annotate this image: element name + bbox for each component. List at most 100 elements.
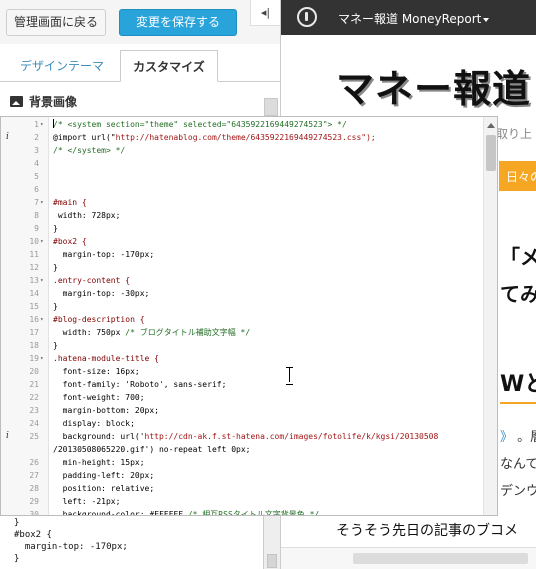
code-line[interactable]: 29 left: -21px;	[1, 495, 483, 508]
line-number: 20	[29, 367, 39, 376]
preview-scroll-thumb[interactable]	[353, 553, 528, 564]
code-text: margin-bottom: 20px;	[53, 406, 159, 415]
textarea-scrollbar[interactable]	[264, 516, 280, 569]
collapse-panel-button[interactable]: ◂|	[250, 0, 280, 26]
code-text: }	[53, 224, 58, 233]
code-text: }	[53, 263, 58, 272]
code-text: padding-left: 20px;	[53, 471, 155, 480]
line-number: 30	[29, 510, 39, 516]
article-title-line-1[interactable]: 「メ	[500, 243, 536, 271]
code-line[interactable]: 16 ▾ #blog-description {	[1, 313, 483, 326]
hatena-blog-logo-icon[interactable]	[297, 7, 317, 27]
line-number: 14	[29, 289, 39, 298]
code-line[interactable]: /20130508065220.gif') no-repeat left 0px…	[1, 443, 483, 456]
line-number: 9	[34, 224, 39, 233]
section-scrollbar[interactable]	[264, 98, 278, 116]
code-line[interactable]: 26 min-height: 15px;	[1, 456, 483, 469]
code-line[interactable]: 8 width: 728px;	[1, 209, 483, 222]
save-changes-button[interactable]: 変更を保存する	[119, 9, 237, 36]
code-line[interactable]: 28 position: relative;	[1, 482, 483, 495]
code-line[interactable]: 2 i @import url("http://hatenablog.com/the…	[1, 131, 483, 144]
code-line[interactable]: 15}	[1, 300, 483, 313]
fold-arrow-icon[interactable]: ▾	[40, 352, 44, 365]
fold-arrow-icon[interactable]: ▾	[40, 196, 44, 209]
css-textarea-preview[interactable]: } #box2 { margin-top: -170px;}	[0, 516, 264, 569]
tab-design-theme[interactable]: デザインテーマ	[12, 50, 112, 82]
code-line[interactable]: 22 font-weight: 700;	[1, 391, 483, 404]
code-text: font-family: 'Roboto', sans-serif;	[53, 380, 227, 389]
code-line[interactable]: 4	[1, 157, 483, 170]
info-icon[interactable]: i	[6, 430, 9, 443]
hatena-header-bar: マネー報道 MoneyReport	[281, 0, 536, 35]
code-line[interactable]: 21 font-family: 'Roboto', sans-serif;	[1, 378, 483, 391]
code-line[interactable]: 20 font-size: 16px;	[1, 365, 483, 378]
line-number: 28	[29, 484, 39, 493]
section-title: 背景画像	[29, 94, 78, 109]
preview-horizontal-scrollbar[interactable]	[281, 547, 536, 569]
code-line[interactable]: 6	[1, 183, 483, 196]
blog-description: 取り上	[496, 127, 533, 141]
code-line[interactable]: 1 ▾ /* <system section="theme" selected="6…	[1, 118, 483, 131]
fold-arrow-icon[interactable]: ▾	[40, 274, 44, 287]
code-text: margin-top: -30px;	[53, 289, 150, 298]
image-icon	[10, 95, 23, 107]
code-line[interactable]: 11 margin-top: -170px;	[1, 248, 483, 261]
code-line[interactable]: 10 ▾ #box2 {	[1, 235, 483, 248]
code-line[interactable]: 9}	[1, 222, 483, 235]
article-title-line-2[interactable]: てみた	[500, 278, 536, 307]
line-number: 16	[29, 315, 39, 324]
code-text: display: block;	[53, 419, 135, 428]
css-code-editor[interactable]: 1 ▾/* <system section="theme" selected="6…	[0, 116, 498, 516]
code-text: font-size: 16px;	[53, 367, 140, 376]
textarea-line: margin-top: -170px;	[14, 542, 128, 552]
fold-arrow-icon[interactable]: ▾	[40, 235, 44, 248]
code-line[interactable]: 17 width: 750px /* ブログタイトル補助文字幅 */	[1, 326, 483, 339]
code-text: font-weight: 700;	[53, 393, 145, 402]
textarea-scroll-thumb[interactable]	[267, 554, 277, 568]
bottom-text: そうそう先日の記事のブコメ	[336, 523, 518, 539]
chevron-down-icon	[483, 17, 490, 22]
code-line[interactable]: 7 ▾ #main {	[1, 196, 483, 209]
scroll-up-arrow-icon[interactable]	[487, 123, 495, 128]
code-text: #main {	[53, 198, 87, 207]
info-icon[interactable]: i	[6, 131, 9, 144]
code-line[interactable]: 24 display: block;	[1, 417, 483, 430]
code-line[interactable]: 27 padding-left: 20px;	[1, 469, 483, 482]
panel-topbar: 管理画面に戻る 変更を保存する ◂|	[0, 0, 280, 44]
code-line[interactable]: 23 margin-bottom: 20px;	[1, 404, 483, 417]
ibeam-cursor-icon	[286, 367, 294, 385]
code-text: margin-top: -170px;	[53, 250, 155, 259]
code-line[interactable]: 14 margin-top: -30px;	[1, 287, 483, 300]
code-text: @import url("http://hatenablog.com/theme…	[53, 133, 376, 142]
code-line[interactable]: 19 ▾ .hatena-module-title {	[1, 352, 483, 365]
blog-switcher[interactable]: マネー報道 MoneyReport	[338, 10, 490, 27]
code-line[interactable]: 3 /* </system> */	[1, 144, 483, 157]
code-line[interactable]: 13 ▾ .entry-content {	[1, 274, 483, 287]
body-text-1: 。層	[517, 430, 536, 445]
line-number: 23	[29, 406, 39, 415]
editor-scrollbar[interactable]	[483, 117, 497, 515]
tab-customize[interactable]: カスタマイズ	[120, 50, 218, 82]
code-line[interactable]: 5	[1, 170, 483, 183]
body-link[interactable]: 》	[500, 430, 513, 445]
line-number: 13	[29, 276, 39, 285]
code-line[interactable]: 12}	[1, 261, 483, 274]
fold-arrow-icon[interactable]: ▾	[40, 118, 44, 131]
code-line[interactable]: 30 background-color: #FFFFFF /* 相互RSSタイト…	[1, 508, 483, 516]
back-to-dashboard-button[interactable]: 管理画面に戻る	[6, 9, 106, 36]
code-text: position: relative;	[53, 484, 155, 493]
line-number: 17	[29, 328, 39, 337]
editor-scroll-thumb[interactable]	[486, 135, 496, 171]
line-number: 6	[34, 185, 39, 194]
code-line[interactable]: 18}	[1, 339, 483, 352]
blog-title[interactable]: マネー報道	[336, 58, 531, 113]
fold-arrow-icon[interactable]: ▾	[40, 313, 44, 326]
code-text: /* <system section="theme" selected="643…	[53, 120, 347, 129]
code-line[interactable]: 25 i background: url('http://cdn-ak.f.st-…	[1, 430, 483, 443]
body-text-line-1: 》 。層	[500, 426, 536, 445]
background-image-section-header[interactable]: 背景画像	[10, 92, 77, 110]
panel-tabs: デザインテーマ カスタマイズ	[0, 44, 280, 82]
code-text: background: url('http://cdn-ak.f.st-hate…	[53, 432, 439, 441]
line-number: 5	[34, 172, 39, 181]
line-number: 3	[34, 146, 39, 155]
